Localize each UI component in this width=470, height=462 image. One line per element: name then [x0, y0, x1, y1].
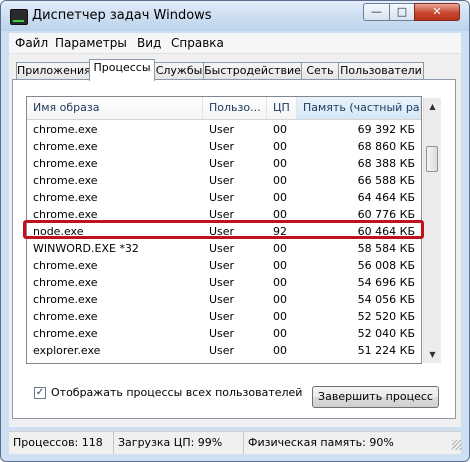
process-memory: 64 464 КБ — [357, 191, 415, 204]
column-cpu[interactable]: ЦП — [267, 97, 297, 119]
process-user: User — [209, 157, 235, 170]
process-user: User — [209, 140, 235, 153]
process-cpu: 00 — [273, 191, 287, 204]
process-user: User — [209, 174, 235, 187]
status-bar: Процессов: 118 Загрузка ЦП: 99% Физическ… — [9, 431, 462, 454]
process-cpu: 00 — [273, 293, 287, 306]
table-row[interactable]: chrome.exe User 00 68 860 КБ — [27, 138, 421, 155]
task-manager-window: Диспетчер задач Windows — □ ✕ Файл Парам… — [0, 0, 470, 462]
scroll-up-arrow-icon[interactable]: ▲ — [424, 98, 441, 115]
process-cpu: 00 — [273, 259, 287, 272]
table-row[interactable]: chrome.exe User 00 68 388 КБ — [27, 155, 421, 172]
end-process-button[interactable]: Завершить процесс — [312, 386, 439, 408]
process-memory: 66 588 КБ — [357, 174, 415, 187]
show-all-users-checkbox[interactable]: ✓ — [34, 387, 46, 399]
process-name: chrome.exe — [33, 293, 98, 306]
resize-grip-icon[interactable] — [452, 440, 462, 450]
process-memory: 52 520 КБ — [357, 310, 415, 323]
table-row[interactable]: chrome.exe User 00 66 588 КБ — [27, 172, 421, 189]
process-name: chrome.exe — [33, 259, 98, 272]
process-name: chrome.exe — [33, 174, 98, 187]
process-name: chrome.exe — [33, 123, 98, 136]
table-row[interactable]: chrome.exe User 00 69 392 КБ — [27, 121, 421, 138]
status-processes: Процессов: 118 — [13, 436, 103, 449]
process-user: User — [209, 344, 235, 357]
table-row[interactable]: chrome.exe User 00 56 008 КБ — [27, 257, 421, 274]
title-bar[interactable]: Диспетчер задач Windows — □ ✕ — [1, 1, 469, 31]
process-name: chrome.exe — [33, 157, 98, 170]
menu-file[interactable]: Файл — [15, 36, 48, 50]
table-row[interactable]: chrome.exe User 00 54 056 КБ — [27, 291, 421, 308]
menu-view[interactable]: Вид — [137, 36, 161, 50]
column-image-name[interactable]: Имя образа — [27, 97, 203, 119]
column-memory[interactable]: Память (частный ра... — [297, 97, 421, 119]
process-name: chrome.exe — [33, 140, 98, 153]
process-cpu: 00 — [273, 174, 287, 187]
table-row[interactable]: explorer.exe User 00 51 224 КБ — [27, 342, 421, 359]
tab-users[interactable]: Пользователи — [338, 62, 424, 80]
process-cpu: 00 — [273, 157, 287, 170]
client-area: Приложения Процессы Службы Быстродействи… — [9, 54, 461, 427]
maximize-button[interactable]: □ — [389, 3, 415, 21]
menu-bar: Файл Параметры Вид Справка — [9, 33, 461, 54]
process-list-scrollbar[interactable]: ▲ ▼ — [423, 98, 441, 363]
task-manager-icon — [10, 9, 28, 25]
process-user: User — [209, 276, 235, 289]
process-memory: 68 860 КБ — [357, 140, 415, 153]
process-cpu: 00 — [273, 140, 287, 153]
process-memory: 54 696 КБ — [357, 276, 415, 289]
process-name: chrome.exe — [33, 276, 98, 289]
tab-applications[interactable]: Приложения — [16, 62, 91, 80]
status-cpu: Загрузка ЦП: 99% — [113, 432, 243, 454]
process-cpu: 00 — [273, 276, 287, 289]
process-memory: 52 040 КБ — [357, 327, 415, 340]
process-user: User — [209, 327, 235, 340]
process-name: chrome.exe — [33, 310, 98, 323]
menu-options[interactable]: Параметры — [55, 36, 127, 50]
process-memory: 51 224 КБ — [357, 344, 415, 357]
process-list-header: Имя образа Пользо... ЦП Память (частный … — [27, 97, 421, 120]
table-row[interactable]: chrome.exe User 00 52 520 КБ — [27, 308, 421, 325]
process-memory: 69 392 КБ — [357, 123, 415, 136]
window-title: Диспетчер задач Windows — [32, 8, 212, 23]
process-name: WINWORD.EXE *32 — [33, 242, 139, 255]
process-name: chrome.exe — [33, 191, 98, 204]
process-user: User — [209, 242, 235, 255]
process-memory: 56 008 КБ — [357, 259, 415, 272]
tab-processes[interactable]: Процессы — [89, 59, 155, 81]
minimize-button[interactable]: — — [363, 3, 390, 21]
process-memory: 54 056 КБ — [357, 293, 415, 306]
show-all-users-label: Отображать процессы всех пользователей — [51, 386, 303, 399]
table-row[interactable]: chrome.exe User 00 52 040 КБ — [27, 325, 421, 342]
column-user[interactable]: Пользо... — [203, 97, 267, 119]
status-memory: Физическая память: 90% — [243, 432, 443, 454]
tab-services[interactable]: Службы — [154, 62, 204, 80]
process-user: User — [209, 191, 235, 204]
process-cpu: 00 — [273, 242, 287, 255]
highlight-box — [23, 220, 424, 239]
scroll-thumb[interactable] — [426, 146, 438, 172]
process-name: explorer.exe — [33, 344, 101, 357]
process-cpu: 00 — [273, 310, 287, 323]
process-name: chrome.exe — [33, 327, 98, 340]
process-cpu: 00 — [273, 123, 287, 136]
process-memory: 58 584 КБ — [357, 242, 415, 255]
close-button[interactable]: ✕ — [414, 3, 460, 21]
process-cpu: 00 — [273, 327, 287, 340]
menu-help[interactable]: Справка — [171, 36, 224, 50]
process-cpu: 00 — [273, 344, 287, 357]
table-row[interactable]: WINWORD.EXE *32 User 00 58 584 КБ — [27, 240, 421, 257]
process-user: User — [209, 310, 235, 323]
tab-performance[interactable]: Быстродействие — [203, 62, 302, 80]
process-user: User — [209, 293, 235, 306]
table-row[interactable]: chrome.exe User 00 64 464 КБ — [27, 189, 421, 206]
scroll-down-arrow-icon[interactable]: ▼ — [424, 346, 441, 363]
process-user: User — [209, 123, 235, 136]
tab-networking[interactable]: Сеть — [301, 62, 339, 80]
process-memory: 68 388 КБ — [357, 157, 415, 170]
table-row[interactable]: chrome.exe User 00 54 696 КБ — [27, 274, 421, 291]
process-user: User — [209, 259, 235, 272]
